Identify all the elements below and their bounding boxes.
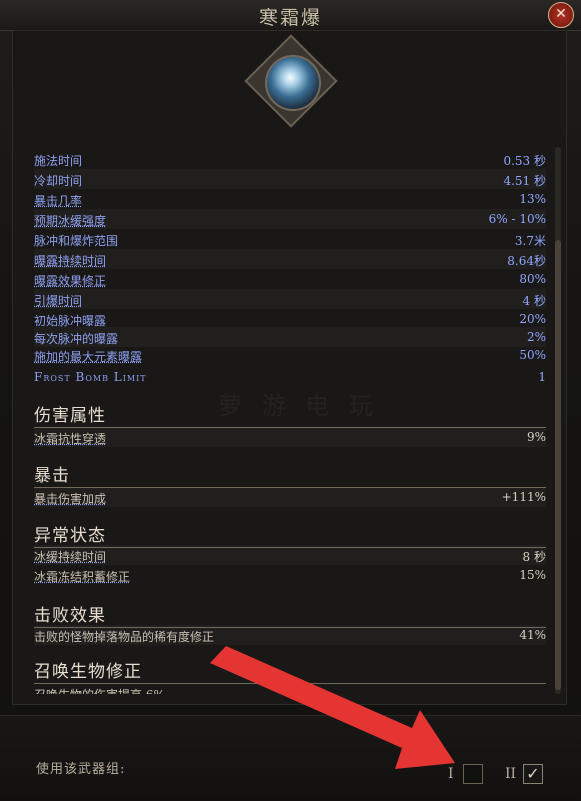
title-bar: 寒霜爆 ✕ — [0, 0, 581, 31]
stat-label: 暴击几率 — [34, 194, 83, 208]
section-title: 召唤生物修正 — [34, 662, 142, 682]
stat-label: 暴击伤害加成 — [34, 492, 107, 506]
stat-label: Frost Bomb Limit — [34, 370, 147, 384]
stat-row: 冰霜抗性穿透 9% — [34, 427, 546, 447]
window-title: 寒霜爆 — [258, 7, 322, 29]
stat-row: 冰霜冻结积蓄修正 15% — [34, 565, 546, 585]
stat-value: +111% — [501, 490, 546, 504]
stat-value: 0.53 秒 — [503, 154, 546, 168]
scrollbar-thumb[interactable] — [555, 240, 561, 690]
section-title: 暴击 — [34, 466, 70, 486]
stat-row: 施加的最大元素曝露 50% — [34, 345, 546, 365]
stat-value: 13% — [519, 192, 546, 206]
stat-label: 冰霜冻结积蓄修正 — [34, 570, 131, 584]
stat-row: 引爆时间 4 秒 — [34, 289, 546, 309]
stat-label: 施法时间 — [34, 154, 83, 168]
stat-label: 冷却时间 — [34, 174, 83, 188]
stat-row: 召唤生物的伤害提高 6% — [34, 683, 546, 694]
frost-bomb-icon — [265, 55, 321, 111]
stat-value: 80% — [519, 272, 546, 286]
section-header-ailment: 异常状态 — [34, 517, 546, 548]
stat-row: 曝露效果修正 80% — [34, 269, 546, 289]
stat-label: 引爆时间 — [34, 294, 83, 308]
stat-row: 脉冲和爆炸范围 3.7米 — [34, 229, 546, 249]
stat-value: 9% — [526, 430, 546, 444]
stat-row: 每次脉冲的曝露 2% — [34, 327, 546, 347]
stat-row: 施法时间 0.53 秒 — [34, 149, 546, 169]
stat-row: 预期冰缓强度 6% - 10% — [34, 209, 546, 229]
weapon-set-2-checkbox[interactable]: ✓ — [523, 764, 543, 784]
stat-value: 4.51 秒 — [503, 174, 546, 188]
stat-value: 41% — [519, 628, 546, 642]
watermark: 萝 游 电 玩 — [218, 392, 379, 420]
stat-value: 4 秒 — [522, 294, 546, 308]
stat-value: 8 秒 — [522, 550, 546, 564]
stat-value: 6% - 10% — [488, 212, 546, 226]
section-title: 击败效果 — [34, 606, 106, 626]
stat-label: 冰霜抗性穿透 — [34, 432, 107, 446]
stat-label: 击败的怪物掉落物品的稀有度修正 — [34, 630, 215, 644]
stat-row: 暴击几率 13% — [34, 189, 546, 209]
stat-label: 召唤生物的伤害提高 6% — [34, 686, 165, 694]
stat-value: 1 — [538, 370, 546, 384]
stat-label: 预期冰缓强度 — [34, 214, 107, 228]
section-header-crit: 暴击 — [34, 457, 546, 488]
close-button[interactable]: ✕ — [548, 2, 574, 28]
stat-row: Frost Bomb Limit 1 — [34, 367, 546, 387]
stat-row: 暴击伤害加成 +111% — [34, 487, 546, 507]
section-title: 异常状态 — [34, 526, 106, 546]
stat-label: 曝露效果修正 — [34, 274, 107, 288]
stat-row: 冰缓持续时间 8 秒 — [34, 545, 546, 565]
section-title: 伤害属性 — [34, 406, 106, 426]
weapon-set-1-checkbox[interactable] — [463, 764, 483, 784]
stat-value: 8.64秒 — [507, 254, 546, 268]
stat-label: 施加的最大元素曝露 — [34, 350, 143, 364]
stat-row: 冷却时间 4.51 秒 — [34, 169, 546, 189]
weapon-set-1-label: I — [448, 766, 454, 782]
stat-value: 3.7米 — [514, 234, 546, 248]
stat-label: 曝露持续时间 — [34, 254, 107, 268]
weapon-set-2-label: II — [505, 766, 517, 782]
stat-value: 15% — [519, 568, 546, 582]
weapon-set-label: 使用该武器组: — [36, 762, 126, 777]
stat-label: 冰缓持续时间 — [34, 550, 107, 564]
stat-row: 曝露持续时间 8.64秒 — [34, 249, 546, 269]
stat-row: 击败的怪物掉落物品的稀有度修正 41% — [34, 625, 546, 645]
stat-value: 50% — [519, 348, 546, 362]
stat-value: 2% — [526, 330, 546, 344]
section-header-kill: 击败效果 — [34, 597, 546, 628]
stat-value: 20% — [519, 312, 546, 326]
section-header-summon: 召唤生物修正 — [34, 653, 546, 684]
stat-label: 脉冲和爆炸范围 — [34, 234, 119, 248]
stat-row: 初始脉冲曝露 20% — [34, 309, 546, 329]
